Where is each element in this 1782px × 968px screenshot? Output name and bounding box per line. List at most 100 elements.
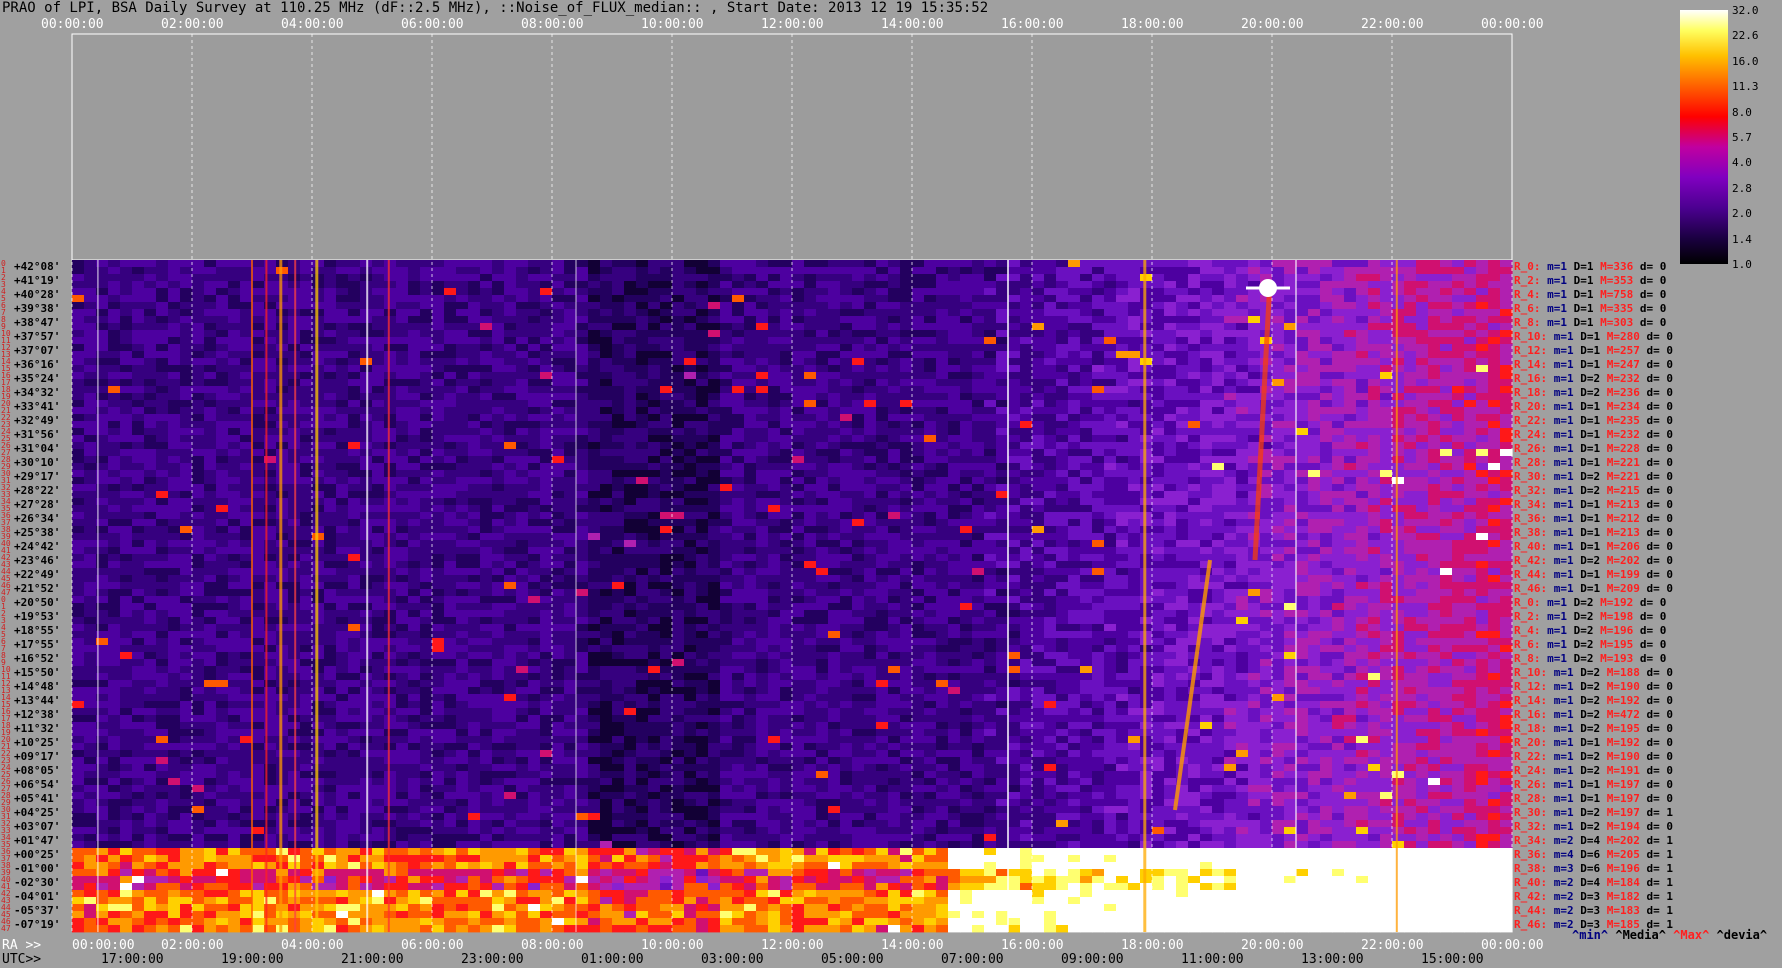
heat-cell bbox=[240, 449, 253, 457]
heat-cell bbox=[552, 498, 565, 506]
heat-cell bbox=[1224, 344, 1237, 352]
heat-cell bbox=[1440, 414, 1453, 422]
heat-cell bbox=[84, 512, 97, 520]
heat-cell bbox=[192, 407, 205, 415]
heat-cell bbox=[1308, 365, 1321, 373]
heat-cell bbox=[1236, 407, 1249, 415]
heat-cell bbox=[564, 365, 577, 373]
heat-cell bbox=[600, 477, 613, 485]
heat-cell bbox=[1440, 316, 1453, 324]
heat-cell bbox=[1224, 309, 1237, 317]
heat-cell bbox=[1200, 484, 1213, 492]
heat-cell bbox=[444, 407, 457, 415]
heat-cell bbox=[1080, 358, 1093, 366]
heat-cell bbox=[648, 519, 661, 527]
heat-cell bbox=[1080, 309, 1093, 317]
heat-cell bbox=[576, 274, 589, 282]
heat-cell bbox=[648, 547, 661, 555]
heat-cell bbox=[1104, 386, 1117, 394]
heat-cell bbox=[720, 498, 733, 506]
heat-cell bbox=[420, 526, 433, 534]
heat-cell bbox=[960, 414, 973, 422]
heat-cell bbox=[1104, 421, 1117, 429]
heat-cell bbox=[1428, 295, 1441, 303]
heat-cell bbox=[1224, 316, 1237, 324]
heat-cell bbox=[1368, 400, 1381, 408]
heat-cell bbox=[672, 540, 685, 548]
heat-cell bbox=[588, 414, 601, 422]
heat-cell bbox=[1380, 456, 1393, 464]
heat-cell bbox=[252, 288, 265, 296]
heat-cell bbox=[480, 316, 493, 324]
heat-cell bbox=[84, 309, 97, 317]
heat-cell bbox=[984, 421, 997, 429]
heat-cell bbox=[108, 463, 121, 471]
heat-cell bbox=[156, 470, 169, 478]
heat-cell bbox=[120, 295, 133, 303]
heat-cell bbox=[1380, 407, 1393, 415]
heat-cell bbox=[888, 428, 901, 436]
heat-cell bbox=[852, 428, 865, 436]
heat-cell bbox=[1356, 379, 1369, 387]
heat-cell bbox=[1188, 484, 1201, 492]
heat-cell bbox=[432, 323, 445, 331]
heat-cell bbox=[540, 435, 553, 443]
heat-cell bbox=[216, 316, 229, 324]
heat-cell bbox=[324, 484, 337, 492]
heat-cell bbox=[1044, 449, 1057, 457]
heat-cell bbox=[552, 449, 565, 457]
heat-cell bbox=[528, 512, 541, 520]
heat-cell bbox=[1068, 302, 1081, 310]
heat-cell bbox=[708, 330, 721, 338]
heat-cell bbox=[576, 533, 589, 541]
heat-cell bbox=[1284, 274, 1297, 282]
heat-cell bbox=[216, 512, 229, 520]
heat-cell bbox=[1296, 372, 1309, 380]
heat-cell bbox=[780, 456, 793, 464]
heat-cell bbox=[180, 421, 193, 429]
heat-cell bbox=[768, 547, 781, 555]
heat-cell bbox=[888, 295, 901, 303]
heat-cell bbox=[588, 512, 601, 520]
heat-cell bbox=[1032, 400, 1045, 408]
heat-cell bbox=[1488, 400, 1501, 408]
heat-cell bbox=[1392, 428, 1405, 436]
heat-cell bbox=[564, 498, 577, 506]
heat-cell bbox=[324, 323, 337, 331]
heat-cell bbox=[480, 393, 493, 401]
heat-cell bbox=[1500, 491, 1513, 499]
heat-cell bbox=[1260, 491, 1273, 499]
heat-cell bbox=[588, 449, 601, 457]
heat-cell bbox=[1032, 330, 1045, 338]
heat-cell bbox=[1080, 442, 1093, 450]
heat-cell bbox=[324, 337, 337, 345]
heat-cell bbox=[1248, 302, 1261, 310]
heat-cell bbox=[792, 449, 805, 457]
heat-cell bbox=[1044, 337, 1057, 345]
heat-cell bbox=[624, 421, 637, 429]
heat-cell bbox=[1332, 260, 1345, 268]
heat-cell bbox=[936, 407, 949, 415]
heat-cell bbox=[1296, 470, 1309, 478]
heat-cell bbox=[996, 267, 1009, 275]
heat-cell bbox=[1008, 421, 1021, 429]
heat-cell bbox=[1428, 491, 1441, 499]
heat-cell bbox=[420, 344, 433, 352]
heat-cell bbox=[924, 267, 937, 275]
heat-cell bbox=[396, 512, 409, 520]
heat-cell bbox=[564, 281, 577, 289]
heat-cell bbox=[492, 428, 505, 436]
heat-cell bbox=[1476, 302, 1489, 310]
heat-cell bbox=[948, 274, 961, 282]
heat-cell bbox=[1056, 435, 1069, 443]
heat-cell bbox=[1236, 323, 1249, 331]
heat-cell bbox=[1320, 540, 1333, 548]
heat-cell bbox=[1188, 337, 1201, 345]
heat-cell bbox=[900, 358, 913, 366]
heat-cell bbox=[468, 470, 481, 478]
heat-cell bbox=[1164, 295, 1177, 303]
heat-cell bbox=[1296, 274, 1309, 282]
heat-cell bbox=[420, 309, 433, 317]
heat-cell bbox=[768, 337, 781, 345]
heat-cell bbox=[1008, 302, 1021, 310]
